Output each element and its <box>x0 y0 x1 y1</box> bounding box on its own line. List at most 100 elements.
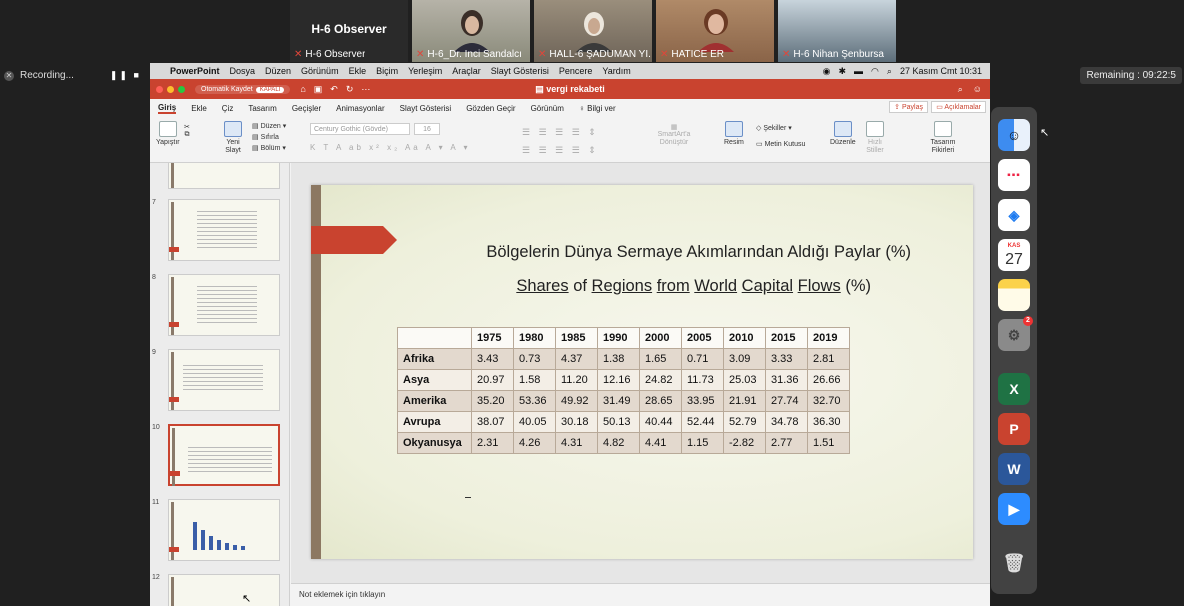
tab-gorunum[interactable]: Görünüm <box>531 104 564 113</box>
tab-tasarim[interactable]: Tasarım <box>248 104 276 113</box>
minimize-window-icon[interactable] <box>167 85 174 93</box>
menu-slayt-gosterisi[interactable]: Slayt Gösterisi <box>491 66 549 76</box>
menu-bicim[interactable]: Biçim <box>376 66 398 76</box>
tab-bilgi-ver[interactable]: ♀ Bilgi ver <box>579 104 616 113</box>
trash-icon[interactable]: 🗑 <box>998 547 1030 579</box>
participant-silhouette-icon <box>576 12 612 52</box>
slide-title-turkish[interactable]: Bölgelerin Dünya Sermaye Akımlarından Al… <box>411 243 911 262</box>
close-icon[interactable]: ✕ <box>4 70 14 81</box>
current-slide[interactable]: Bölgelerin Dünya Sermaye Akımlarından Al… <box>311 185 973 559</box>
paste-button[interactable]: Yapıştır <box>156 121 180 146</box>
section-button[interactable]: ▤ Bölüm ▾ <box>252 143 286 154</box>
quick-styles-button[interactable]: Hızlı Stiller <box>864 121 886 155</box>
text-format-buttons[interactable]: K T A ab x² x₂ Aa A ▾ A ▾ <box>310 143 471 152</box>
notes-app-icon[interactable] <box>998 279 1030 311</box>
layout-button[interactable]: ▤ Düzen ▾ <box>252 121 286 132</box>
excel-icon[interactable]: X <box>998 373 1030 405</box>
menu-powerpoint[interactable]: PowerPoint <box>170 66 220 76</box>
capital-flows-table[interactable]: 1975 1980 1985 1990 2000 2005 2010 2015 … <box>397 327 850 454</box>
table-cell: 21.91 <box>723 390 766 412</box>
menu-ekle[interactable]: Ekle <box>349 66 367 76</box>
video-tile-saduman[interactable]: ✕ HALL-6 ŞADUMAN Yİ... <box>534 0 652 62</box>
slide-thumbnail[interactable] <box>168 163 280 189</box>
tab-ekle[interactable]: Ekle <box>191 104 207 113</box>
bluetooth-icon[interactable]: ✱ <box>839 66 847 77</box>
designer-button[interactable]: Tasarım Fikirleri <box>928 121 958 155</box>
share-people-icon[interactable]: ☺ <box>973 84 982 95</box>
tab-gecisler[interactable]: Geçişler <box>292 104 321 113</box>
slide-thumbnails-pane: 7 8 9 10 11 12 <box>150 163 290 606</box>
tab-gozden-gecir[interactable]: Gözden Geçir <box>466 104 515 113</box>
year-header: 1980 <box>513 327 556 349</box>
video-tile-inci[interactable]: ✕ H-6_Dr. İnci Sandalcı <box>412 0 530 62</box>
red-arrow-shape <box>311 226 397 254</box>
system-preferences-icon[interactable]: ⚙ 2 <box>998 316 1033 351</box>
finder-icon[interactable]: ☺ <box>998 119 1030 151</box>
arrange-button[interactable]: Düzenle <box>830 121 856 146</box>
search-icon[interactable]: ⌕ <box>958 84 963 95</box>
launchpad-icon[interactable]: ▪▪▪ <box>998 159 1030 191</box>
tab-animasyonlar[interactable]: Animasyonlar <box>336 104 384 113</box>
redo-icon[interactable]: ↻ <box>346 84 354 95</box>
font-family-select[interactable]: Century Gothic (Gövde) <box>310 123 410 135</box>
calendar-month: KAS <box>1007 243 1021 249</box>
menu-duzen[interactable]: Düzen <box>265 66 291 76</box>
menu-araclar[interactable]: Araçlar <box>452 66 481 76</box>
control-center-icon[interactable]: ◉ <box>823 66 831 77</box>
menu-gorunum[interactable]: Görünüm <box>301 66 339 76</box>
reset-button[interactable]: ▤ Sıfırla <box>252 132 286 143</box>
cut-copy-group[interactable]: ✂ ⧉ <box>184 123 190 139</box>
tab-ciz[interactable]: Çiz <box>222 104 234 113</box>
home-icon[interactable]: ⌂ <box>300 84 305 95</box>
zoom-window-icon[interactable] <box>178 85 185 93</box>
table-cell: 4.37 <box>555 348 598 370</box>
comments-button[interactable]: ▭ Açıklamalar <box>931 101 986 113</box>
tab-slayt-gosterisi[interactable]: Slayt Gösterisi <box>400 104 452 113</box>
table-cell: 38.07 <box>471 411 514 433</box>
font-size-select[interactable]: 16 <box>414 123 440 135</box>
undo-icon[interactable]: ↶ <box>330 84 338 95</box>
search-icon[interactable]: ⌕ <box>887 66 892 77</box>
textbox-button[interactable]: ▭ Metin Kutusu <box>756 137 805 153</box>
slide-thumbnail[interactable] <box>168 349 280 411</box>
clock-datetime[interactable]: 27 Kasım Cmt 10:31 <box>900 66 982 76</box>
wifi-icon[interactable]: ◠ <box>871 66 879 77</box>
slide-thumbnail[interactable] <box>168 199 280 261</box>
video-tile-hatice[interactable]: ✕ HATİCE ER <box>656 0 774 62</box>
slide-thumbnail-selected[interactable] <box>168 424 280 486</box>
lightbulb-icon: ♀ <box>578 103 588 113</box>
menu-pencere[interactable]: Pencere <box>559 66 593 76</box>
autosave-toggle[interactable]: Otomatik Kaydet KAPALI <box>195 84 291 94</box>
powerpoint-icon[interactable]: P <box>998 413 1030 445</box>
menu-dosya[interactable]: Dosya <box>230 66 256 76</box>
menu-yerlesim[interactable]: Yerleşim <box>408 66 442 76</box>
shapes-button[interactable]: ◇ Şekiller ▾ <box>756 121 805 137</box>
battery-icon[interactable]: ▬ <box>854 66 863 76</box>
new-slide-button[interactable]: Yeni Slayt <box>220 121 246 155</box>
slide-thumbnail[interactable] <box>168 274 280 336</box>
video-tile-nihan[interactable]: ✕ H-6 Nihan Şenbursa <box>778 0 896 62</box>
notes-placeholder[interactable]: Not eklemek için tıklayın <box>291 583 990 606</box>
clipboard-icon <box>158 121 177 137</box>
tile-name: HATİCE ER <box>671 49 724 60</box>
tab-giris[interactable]: Giriş <box>158 103 177 114</box>
picture-button[interactable]: Resim <box>724 121 744 146</box>
slide-thumbnail[interactable] <box>168 499 280 561</box>
close-window-icon[interactable] <box>156 85 163 93</box>
zoom-app-icon[interactable]: ▶ <box>998 493 1030 525</box>
safari-icon[interactable]: ◈ <box>998 199 1030 231</box>
save-icon[interactable]: ▣ <box>314 84 323 95</box>
arrange-icon <box>833 121 852 137</box>
more-icon[interactable]: ⋯ <box>361 84 370 95</box>
calendar-icon[interactable]: KAS 27 <box>998 239 1030 271</box>
slide-title-english[interactable]: Shares of Regions from World Capital Flo… <box>411 277 871 296</box>
smartart-button[interactable]: ▦ SmartArt'a Dönüştür <box>654 123 694 147</box>
slide-thumbnail[interactable] <box>168 574 280 606</box>
word-icon[interactable]: W <box>998 453 1030 485</box>
pause-stop-controls[interactable]: ❚❚ ■ <box>110 70 141 81</box>
video-tile-observer[interactable]: H-6 Observer ✕ H-6 Observer <box>290 0 408 62</box>
menu-yardim[interactable]: Yardım <box>602 66 630 76</box>
paragraph-buttons[interactable]: ☰ ☰ ☰ ☰ ⇕ ☰ ☰ ☰ ☰ ⇕ <box>522 123 599 159</box>
year-header: 2005 <box>681 327 724 349</box>
share-button[interactable]: ⇪ Paylaş <box>889 101 928 113</box>
